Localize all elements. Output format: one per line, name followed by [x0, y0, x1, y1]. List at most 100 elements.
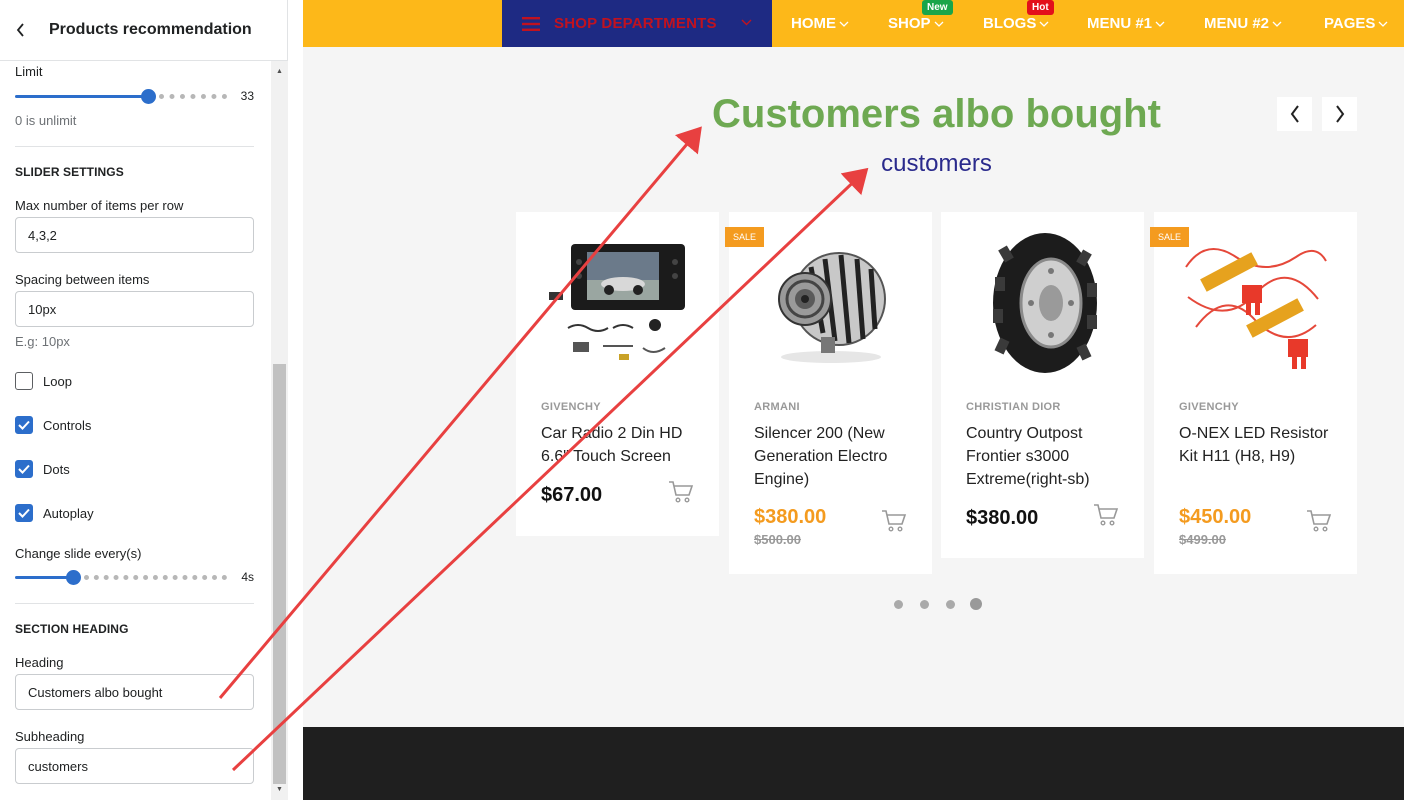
scroll-up-arrow-icon[interactable]: ▲: [271, 63, 288, 80]
heading-input[interactable]: [15, 674, 254, 710]
autoplay-checkbox-box[interactable]: [15, 504, 33, 522]
divider: [15, 603, 254, 604]
product-price: $450.00: [1179, 506, 1252, 528]
hot-badge: Hot: [1027, 0, 1054, 15]
nav-item-menu-2[interactable]: MENU #2: [1204, 0, 1282, 47]
product-image[interactable]: [516, 212, 719, 392]
product-name[interactable]: Car Radio 2 Din HD 6.6" Touch Screen: [541, 422, 701, 468]
change-slide-slider-thumb[interactable]: [66, 570, 81, 585]
carousel-dot[interactable]: [894, 600, 903, 609]
subheading-label: Subheading: [15, 729, 85, 744]
limit-help: 0 is unlimit: [15, 113, 77, 128]
chevron-down-icon: [839, 21, 849, 27]
product-name[interactable]: Country Outpost Frontier s3000 Extreme(r…: [966, 422, 1126, 491]
controls-checkbox-box[interactable]: [15, 416, 33, 434]
carousel-dot[interactable]: [920, 600, 929, 609]
chevron-left-icon: [1290, 105, 1299, 123]
product-card[interactable]: CHRISTIAN DIOR Country Outpost Frontier …: [941, 212, 1144, 558]
slider-settings-title: SLIDER SETTINGS: [15, 165, 124, 179]
dots-checkbox[interactable]: Dots: [15, 459, 70, 479]
loop-checkbox-box[interactable]: [15, 372, 33, 390]
subheading-input[interactable]: [15, 748, 254, 784]
back-button[interactable]: [0, 0, 42, 61]
cart-icon[interactable]: [1093, 502, 1119, 528]
settings-panel: Products recommendation Limit 33 0 is un…: [0, 0, 288, 800]
hamburger-icon: [522, 16, 540, 31]
product-old-price: $499.00: [1179, 532, 1226, 547]
dots-label: Dots: [43, 461, 70, 477]
nav-item-label: SHOP: [888, 15, 931, 32]
chevron-down-icon: [1039, 21, 1049, 27]
product-price: $380.00: [966, 507, 1039, 529]
change-slide-slider-track: [84, 575, 227, 580]
chevron-down-icon: [1272, 21, 1282, 27]
scrollbar-thumb[interactable]: [273, 364, 286, 784]
panel-scrollbar[interactable]: ▲ ▼: [271, 61, 288, 800]
change-slide-label: Change slide every(s): [15, 546, 142, 561]
spacing-input[interactable]: [15, 291, 254, 327]
resistor-kit-image: [1184, 248, 1327, 369]
spacing-label: Spacing between items: [15, 272, 150, 287]
autoplay-checkbox[interactable]: Autoplay: [15, 503, 94, 523]
panel-body: Limit 33 0 is unlimit SLIDER SETTINGS Ma…: [0, 61, 271, 800]
cart-icon[interactable]: [668, 479, 694, 505]
change-slide-slider[interactable]: [15, 570, 227, 585]
product-price: $67.00: [541, 484, 603, 506]
nav-item-menu-1[interactable]: MENU #1: [1087, 0, 1165, 47]
section-heading: Customers albo bought: [712, 92, 1161, 136]
section-heading-title: SECTION HEADING: [15, 622, 129, 636]
limit-value: 33: [240, 89, 254, 103]
sale-badge: SALE: [725, 227, 765, 247]
product-brand: GIVENCHY: [1179, 401, 1239, 413]
product-card[interactable]: SALE ARMANI Silencer 200 (New Generation…: [725, 212, 932, 574]
panel-header: Products recommendation: [0, 0, 288, 61]
cart-icon[interactable]: [881, 508, 907, 534]
limit-slider[interactable]: [15, 89, 227, 104]
alternator-image: [777, 252, 886, 363]
nav-item-label: PAGES: [1324, 15, 1376, 32]
product-image[interactable]: [941, 212, 1144, 392]
product-name[interactable]: Silencer 200 (New Generation Electro Eng…: [754, 422, 914, 491]
product-card[interactable]: GIVENCHY Car Radio 2 Din HD 6.6" Touch S…: [516, 212, 719, 536]
panel-title: Products recommendation: [49, 21, 252, 38]
controls-checkbox[interactable]: Controls: [15, 415, 91, 435]
divider: [15, 146, 254, 147]
limit-slider-fill: [15, 95, 145, 98]
limit-slider-thumb[interactable]: [141, 89, 156, 104]
main-navbar: SHOP DEPARTMENTS HOME SHOP New BLOGS Hot…: [303, 0, 1404, 47]
dots-checkbox-box[interactable]: [15, 460, 33, 478]
loop-label: Loop: [43, 373, 72, 389]
limit-label: Limit: [15, 64, 43, 79]
chevron-right-icon: [1335, 105, 1344, 123]
chevron-down-icon: [1155, 21, 1165, 27]
max-items-label: Max number of items per row: [15, 198, 184, 213]
cart-icon[interactable]: [1306, 508, 1332, 534]
nav-item-label: HOME: [791, 15, 836, 32]
nav-item-home[interactable]: HOME: [791, 0, 849, 47]
product-old-price: $500.00: [754, 532, 801, 547]
product-name[interactable]: O-NEX LED Resistor Kit H11 (H8, H9): [1179, 422, 1339, 468]
nav-item-pages[interactable]: PAGES: [1324, 0, 1388, 47]
scroll-down-arrow-icon[interactable]: ▼: [271, 781, 288, 798]
slider-next-button[interactable]: [1322, 97, 1357, 131]
chevron-down-icon: [1378, 21, 1388, 27]
product-card[interactable]: SALE GIVENCHY O-NEX LED Resistor Kit H11…: [1150, 212, 1357, 574]
carousel-dot[interactable]: [946, 600, 955, 609]
loop-checkbox[interactable]: Loop: [15, 371, 72, 391]
nav-item-label: MENU #1: [1087, 15, 1153, 32]
heading-label: Heading: [15, 655, 64, 670]
product-brand: CHRISTIAN DIOR: [966, 401, 1061, 413]
carousel-dot-active[interactable]: [970, 598, 982, 610]
chevron-down-icon: [934, 21, 943, 27]
tire-image: [992, 233, 1097, 373]
shop-departments-menu[interactable]: SHOP DEPARTMENTS: [502, 0, 772, 47]
store-preview: SHOP DEPARTMENTS HOME SHOP New BLOGS Hot…: [303, 0, 1404, 800]
chevron-left-icon: [16, 23, 24, 37]
nav-item-label: BLOGS: [983, 15, 1037, 32]
section-subheading: customers: [881, 150, 992, 177]
max-items-input[interactable]: [15, 217, 254, 253]
autoplay-label: Autoplay: [43, 505, 94, 521]
nav-item-label: MENU #2: [1204, 15, 1270, 32]
footer: [303, 727, 1404, 800]
slider-prev-button[interactable]: [1277, 97, 1312, 131]
